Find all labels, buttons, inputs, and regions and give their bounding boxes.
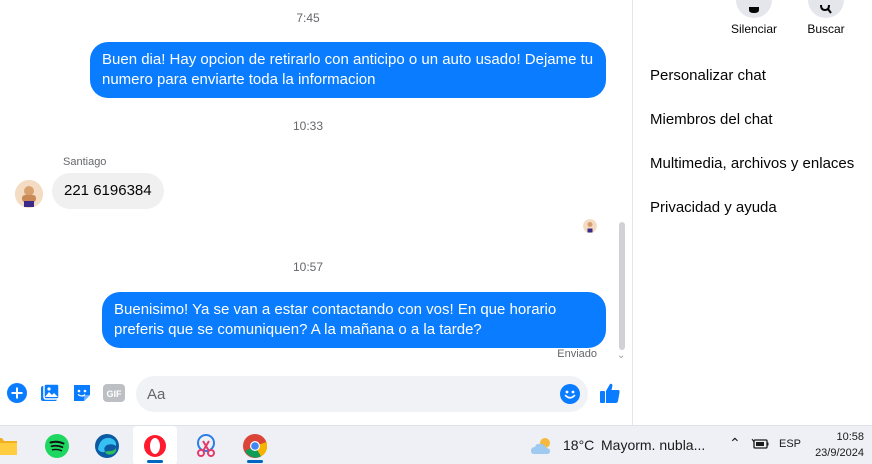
gif-button[interactable]: GIF [102,382,126,404]
avatar-image [15,180,43,208]
mute-button[interactable]: Silenciar [730,0,778,36]
opera-icon[interactable] [141,432,169,460]
running-app-indicator [247,460,263,463]
thumbs-up-icon [600,383,620,403]
clock-time: 10:58 [836,431,864,443]
chat-area: 7:45 Buen dia! Hay opcion de retirarlo c… [0,0,632,425]
weather-description[interactable]: Mayorm. nubla... [601,437,705,453]
sticker-button[interactable] [71,382,93,404]
svg-text:GIF: GIF [107,389,123,399]
edge-icon[interactable] [93,432,121,460]
timestamp: 10:33 [292,119,324,133]
language-indicator[interactable]: ESP [779,438,801,450]
active-app-indicator [147,460,163,463]
gif-icon: GIF [103,384,125,402]
attach-media-button[interactable] [39,382,61,404]
system-clock[interactable]: 10:58 23/9/2024 [815,429,864,461]
scroll-down-icon[interactable]: ⌄ [617,350,625,361]
chevron-up-icon[interactable]: ⌃ [729,435,741,452]
outgoing-message[interactable]: Buenisimo! Ya se van a estar contactando… [102,292,606,348]
scrollbar[interactable] [619,222,625,350]
read-receipt-avatar [583,219,597,233]
timestamp: 7:45 [296,11,320,25]
weather-temperature[interactable]: 18°C [563,437,594,453]
file-explorer-icon[interactable] [0,432,20,460]
emoji-button[interactable] [560,384,580,404]
taskbar: 18°C Mayorm. nubla... ⌃ ESP 10:58 23/9/2… [0,425,872,464]
search-icon [808,0,844,18]
chat-info-panel: Silenciar Buscar Personalizar chat Miemb… [633,0,872,425]
search-label: Buscar [807,22,845,36]
timestamp: 10:57 [292,260,324,274]
sender-name: Santiago [63,156,107,168]
sticker-icon [74,385,90,401]
emoji-icon [560,384,580,404]
plus-circle-icon [7,383,27,403]
menu-chat-members[interactable]: Miembros del chat [650,111,773,128]
clock-date: 23/9/2024 [815,447,864,459]
chrome-icon[interactable] [241,432,269,460]
incoming-message[interactable]: 221 6196384 [52,173,164,209]
battery-icon[interactable] [751,437,769,454]
spotify-icon[interactable] [43,432,71,460]
bell-icon [736,0,772,18]
mute-label: Silenciar [730,22,778,36]
menu-privacy-help[interactable]: Privacidad y ayuda [650,199,777,216]
composer: GIF [0,374,632,414]
message-status: Enviado [557,348,597,360]
weather-icon[interactable] [530,432,556,460]
message-input[interactable] [136,376,536,412]
message-input-container [136,376,588,412]
outgoing-message[interactable]: Buen dia! Hay opcion de retirarlo con an… [90,42,606,98]
more-actions-button[interactable] [6,382,28,404]
menu-customize-chat[interactable]: Personalizar chat [650,67,766,84]
like-button[interactable] [598,381,622,405]
image-icon [41,383,60,401]
search-button[interactable]: Buscar [803,0,849,36]
avatar[interactable] [15,180,43,208]
snipping-icon[interactable] [192,432,220,460]
menu-media-files-links[interactable]: Multimedia, archivos y enlaces [650,155,854,172]
